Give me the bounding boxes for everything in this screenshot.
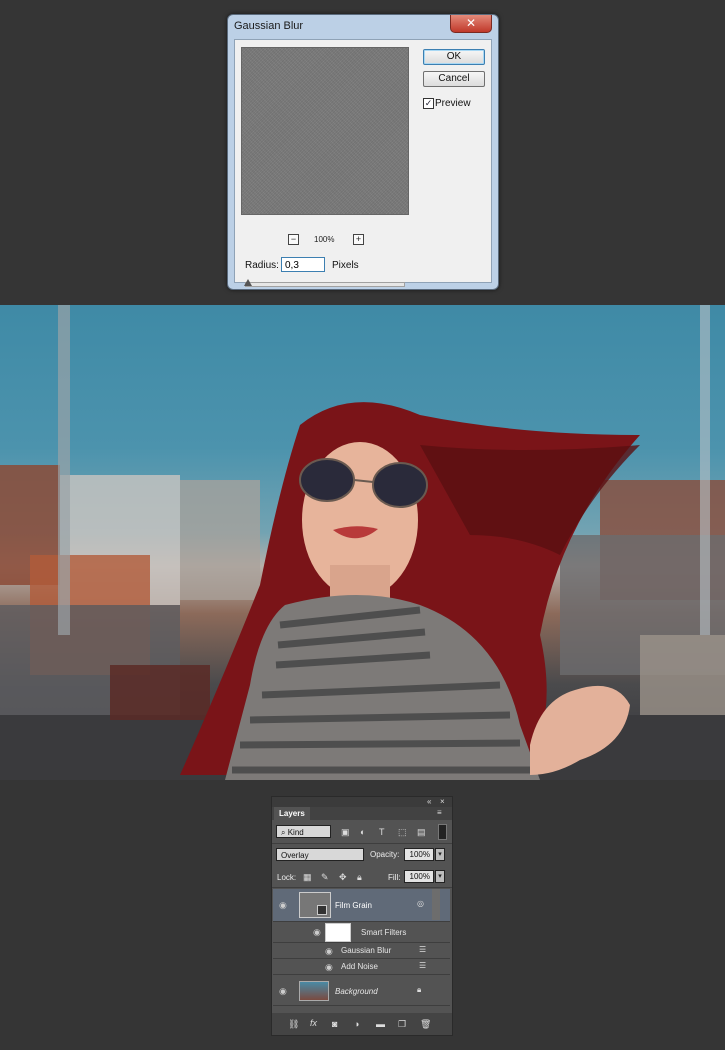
eye-icon[interactable]: ◉ [279,986,287,997]
mask-icon[interactable]: ◙ [332,1019,337,1029]
dialog-title: Gaussian Blur [234,20,304,32]
panel-bottom-bar: ⛓︎ fx ◙ ◑ ▬ ❐ 🗑︎ [272,1013,452,1035]
smart-object-icon [317,905,327,915]
shape-filter-icon[interactable]: ⬚ [398,827,407,837]
fill-input[interactable]: 100% [404,870,434,883]
layer-row-film-grain[interactable]: ◉ Film Grain ◎ [273,889,450,922]
blending-options-icon[interactable]: ☰ [419,961,426,971]
filter-effects-icon[interactable]: ◎ [417,899,424,909]
adjustment-icon[interactable]: ◑ [354,1019,359,1029]
cancel-button[interactable]: Cancel [423,71,485,87]
layer-name: Add Noise [341,962,378,971]
new-layer-icon[interactable]: ❐ [398,1019,406,1029]
radius-unit: Pixels [332,260,359,271]
radius-slider[interactable] [245,282,405,287]
filter-kind-select[interactable]: ⌕ Kind [276,825,331,838]
zoom-level: 100% [314,235,335,244]
pixel-filter-icon[interactable]: ▣ [341,827,350,837]
close-icon: ✕ [465,16,477,30]
lock-position-icon[interactable]: ✥ [339,872,347,882]
gaussian-blur-dialog: Gaussian Blur ✕ − 100% + OK Cancel ✓ Pre… [227,14,499,290]
separator [272,887,452,888]
fill-label: Fill: [388,873,401,882]
close-button[interactable]: ✕ [450,15,492,33]
filter-row-gaussian-blur[interactable]: ◉ Gaussian Blur ☰ [273,943,450,959]
scrollbar-thumb[interactable] [432,889,440,920]
link-icon[interactable]: ⛓︎ [288,1019,299,1029]
lock-transparent-icon[interactable]: ▦ [303,872,312,882]
minus-icon: − [290,234,297,244]
lock-image-icon[interactable]: ✎ [321,872,329,882]
check-icon: ✓ [424,98,433,108]
smart-object-filter-icon[interactable]: ▤ [417,827,426,837]
filter-mask-thumbnail [325,923,351,942]
canvas-photo[interactable] [0,305,725,780]
layer-thumbnail [299,981,329,1001]
eye-icon[interactable]: ◉ [279,900,287,911]
eye-icon[interactable]: ◉ [325,946,333,957]
fx-icon[interactable]: fx [310,1018,317,1028]
layer-name: Gaussian Blur [341,946,392,955]
type-filter-icon[interactable]: T [379,827,385,837]
collapse-icon[interactable]: « [427,797,431,807]
layer-name: Background [335,987,378,996]
opacity-label: Opacity: [370,850,400,859]
filter-row-add-noise[interactable]: ◉ Add Noise ☰ [273,959,450,975]
photo-image [0,305,725,780]
plus-icon: + [355,234,362,244]
trash-icon[interactable]: 🗑︎ [420,1019,431,1029]
opacity-dropdown[interactable]: ▾ [435,848,445,861]
preview-checkbox[interactable]: ✓ [423,98,434,109]
radius-label: Radius: [245,260,279,271]
radius-input[interactable]: 0,3 [281,257,325,272]
layer-name: Film Grain [335,901,372,910]
layer-row-smart-filters[interactable]: ◉ Smart Filters [273,922,450,943]
zoom-out-button[interactable]: − [288,234,299,245]
adjustment-filter-icon[interactable]: ◐ [360,827,365,837]
dialog-client: − 100% + OK Cancel ✓ Preview Radius: 0,3… [234,39,492,287]
zoom-in-button[interactable]: + [353,234,364,245]
separator [272,843,452,844]
ok-button[interactable]: OK [423,49,485,65]
eye-icon[interactable]: ◉ [313,927,321,938]
chevron-down-icon: ▾ [438,873,442,880]
blend-mode-select[interactable]: Overlay [276,848,364,861]
panel-menu-icon[interactable]: ≡ [437,808,442,818]
lock-label: Lock: [277,873,297,882]
layer-name: Smart Filters [361,928,407,937]
panel-close-icon[interactable]: × [440,797,445,807]
eye-icon[interactable]: ◉ [325,962,333,973]
layer-row-background[interactable]: ◉ Background 🔒︎ [273,977,450,1006]
filter-kind-value: Kind [287,828,304,837]
radius-slider-thumb[interactable] [244,279,252,286]
lock-all-icon[interactable]: 🔒︎ [357,872,362,882]
tab-layers[interactable]: Layers [274,807,310,820]
blur-preview[interactable] [241,47,409,215]
blending-options-icon[interactable]: ☰ [419,945,426,955]
blend-mode-value: Overlay [281,851,309,860]
search-icon: ⌕ [281,828,288,837]
preview-label: Preview [435,98,471,109]
opacity-input[interactable]: 100% [404,848,434,861]
panel-topbar: « × [272,797,452,807]
fill-dropdown[interactable]: ▾ [435,870,445,883]
layers-panel: « × Layers ≡ ⌕ Kind ▣ ◐ T ⬚ ▤ Overlay Op… [271,796,453,1036]
folder-icon[interactable]: ▬ [376,1019,385,1029]
filter-toggle[interactable] [438,824,447,840]
lock-icon: 🔒︎ [417,985,422,994]
chevron-down-icon: ▾ [438,851,442,858]
